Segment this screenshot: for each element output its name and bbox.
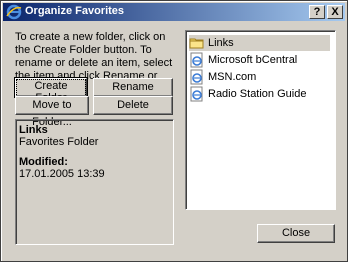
favorites-list-item-radio-station-guide[interactable]: Radio Station Guide bbox=[189, 86, 306, 102]
favorites-list[interactable]: Links Microsoft bCentral MSN.com Radio S… bbox=[185, 30, 336, 210]
internet-explorer-icon bbox=[6, 4, 22, 20]
create-folder-button[interactable]: Create Folder bbox=[14, 77, 88, 105]
favorites-list-item-microsoft-bcentral[interactable]: Microsoft bCentral bbox=[189, 52, 297, 68]
close-button[interactable]: Close bbox=[257, 224, 335, 243]
favorites-list-item-links[interactable]: Links bbox=[189, 35, 330, 51]
internet-shortcut-icon bbox=[190, 69, 203, 85]
close-label: Close bbox=[281, 227, 311, 239]
delete-label: Delete bbox=[117, 99, 149, 111]
folder-icon bbox=[189, 38, 204, 49]
delete-button[interactable]: Delete bbox=[93, 96, 173, 115]
favorites-item-label: Radio Station Guide bbox=[208, 88, 307, 100]
window-title: Organize Favorites bbox=[25, 5, 125, 17]
title-bar[interactable]: Organize Favorites ? X bbox=[3, 3, 345, 21]
info-item-name: Links bbox=[19, 124, 48, 136]
favorites-item-label: MSN.com bbox=[208, 71, 257, 83]
favorites-item-label: Microsoft bCentral bbox=[208, 54, 298, 66]
internet-shortcut-icon bbox=[190, 52, 203, 68]
favorites-list-item-msn[interactable]: MSN.com bbox=[189, 69, 256, 85]
help-button[interactable]: ? bbox=[309, 5, 325, 19]
internet-shortcut-icon bbox=[190, 86, 203, 102]
info-modified-label: Modified: bbox=[19, 156, 68, 168]
item-info-panel: Links Favorites Folder Modified: 17.01.2… bbox=[15, 119, 174, 245]
rename-label: Rename bbox=[112, 81, 154, 93]
rename-button[interactable]: Rename bbox=[93, 78, 173, 97]
close-window-button[interactable]: X bbox=[327, 5, 343, 19]
organize-favorites-dialog: Organize Favorites ? X To create a new f… bbox=[0, 0, 348, 262]
info-modified-value: 17.01.2005 13:39 bbox=[19, 168, 105, 180]
move-to-folder-button[interactable]: Move to Folder... bbox=[15, 96, 89, 128]
favorites-item-label: Links bbox=[208, 37, 234, 49]
info-item-type: Favorites Folder bbox=[19, 136, 99, 148]
